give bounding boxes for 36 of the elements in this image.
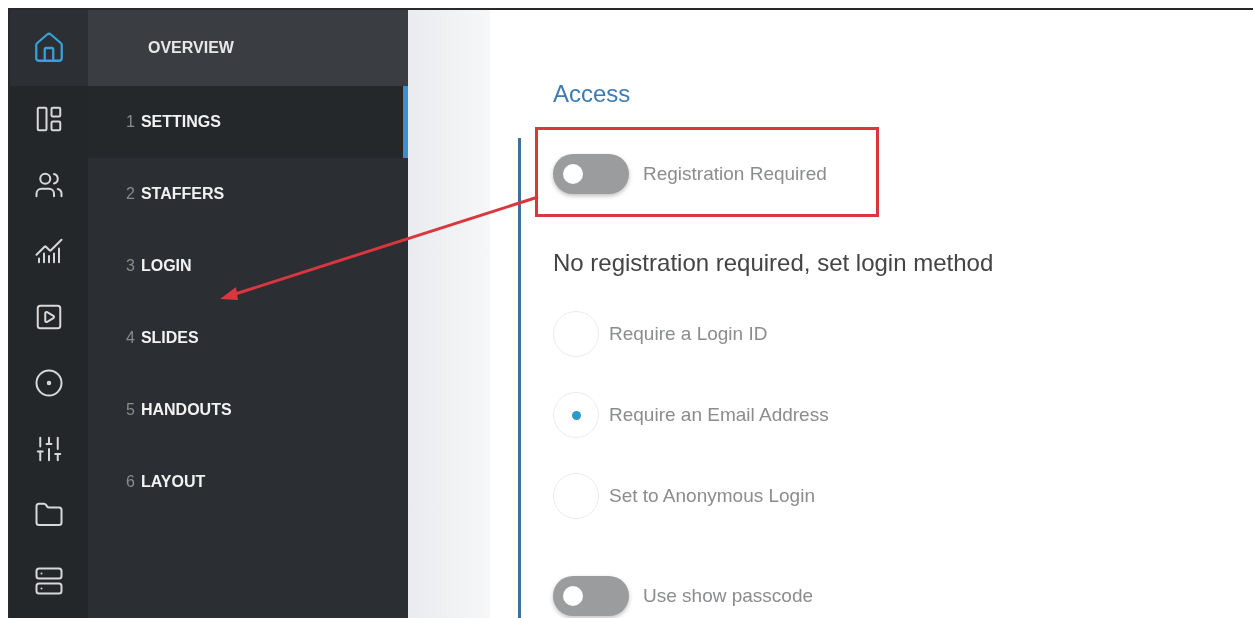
login-heading: No registration required, set login method (553, 249, 995, 277)
step-number: 3 (126, 257, 135, 275)
step-label: LAYOUT (140, 473, 206, 491)
home-icon (32, 31, 66, 65)
layout-icon (34, 104, 64, 134)
step-label: STAFFERS (140, 185, 225, 203)
nav-item[interactable]: 6 LAYOUT (88, 446, 408, 518)
step-number: 4 (126, 329, 135, 347)
radio-label: Set to Anonymous Login (609, 485, 815, 507)
media-icon (34, 302, 64, 332)
step-label: SLIDES (140, 329, 199, 347)
nav-item[interactable]: 2 STAFFERS (88, 158, 408, 230)
chart-icon (34, 236, 64, 266)
step-number: 2 (126, 185, 135, 203)
nav-item[interactable]: 4 SLIDES (88, 302, 408, 374)
nav-item[interactable]: 5 HANDOUTS (88, 374, 408, 446)
radio-label: Require a Login ID (609, 323, 768, 345)
stack-icon (34, 566, 64, 596)
toggle-switch[interactable] (553, 154, 629, 194)
nav-item[interactable]: 1 SETTINGS (88, 86, 408, 158)
nav-item[interactable]: 3 LOGIN (88, 230, 408, 302)
toggle-label: Use show passcode (643, 585, 814, 607)
step-number: 6 (126, 473, 135, 491)
sliders-icon (34, 434, 64, 464)
section-title: Access (553, 80, 632, 108)
step-number: 1 (126, 113, 135, 131)
nav-header[interactable]: OVERVIEW (88, 10, 408, 86)
step-number: 5 (126, 401, 135, 419)
step-label: SETTINGS (140, 113, 221, 131)
step-label: HANDOUTS (140, 401, 232, 419)
video-icon (34, 368, 64, 398)
toggle-switch[interactable] (553, 576, 629, 616)
people-icon (34, 170, 64, 200)
step-label: LOGIN (140, 257, 192, 275)
radio-label: Require an Email Address (609, 404, 829, 426)
toggle-label: Registration Required (643, 163, 827, 185)
